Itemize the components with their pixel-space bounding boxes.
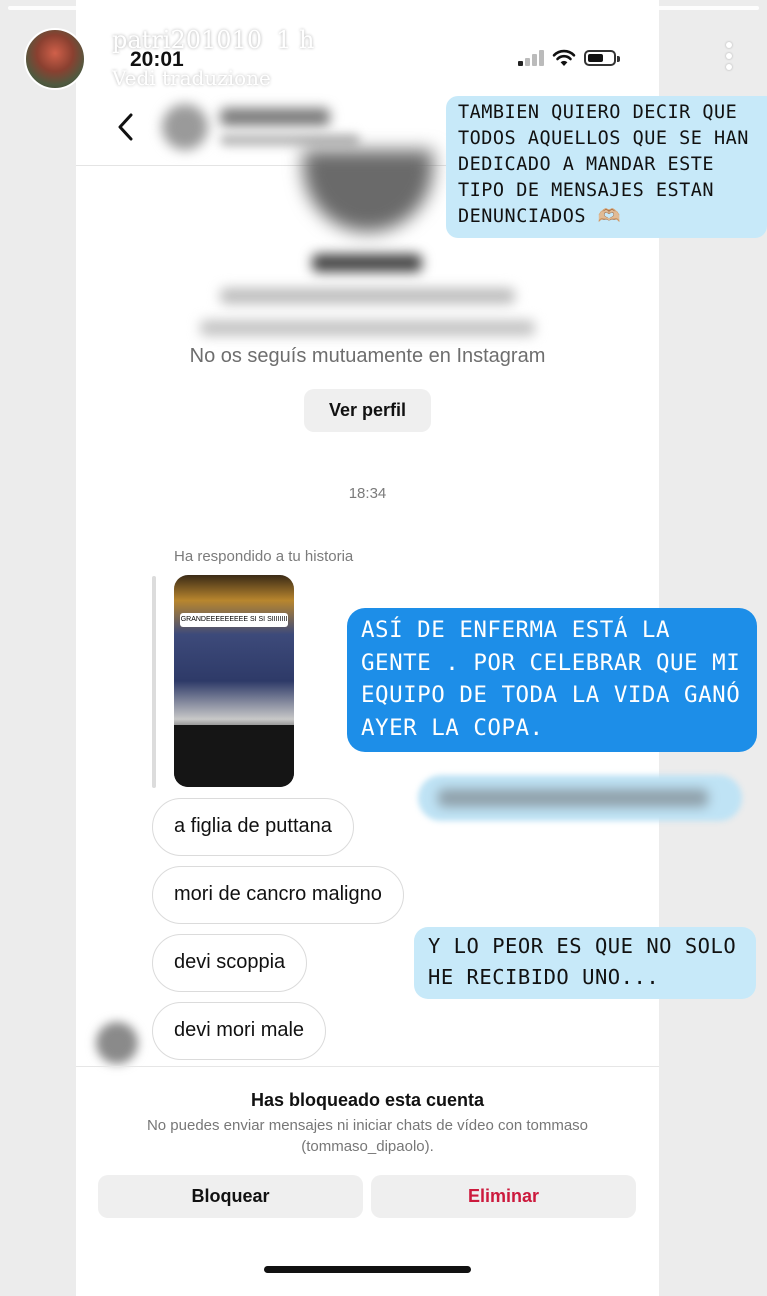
progress-segment	[386, 6, 507, 10]
contact-handle-blurred	[220, 134, 360, 146]
more-options-icon[interactable]	[726, 42, 734, 78]
footer-divider	[76, 1066, 659, 1067]
back-arrow-icon[interactable]	[114, 112, 138, 142]
story-author-avatar[interactable]	[24, 28, 86, 90]
overlay-line: HE RECIBIDO UNO...	[428, 965, 660, 989]
message-bubble[interactable]: mori de cancro maligno	[152, 866, 404, 924]
story-text-middle: ASÍ DE ENFERMA ESTÁ LA GENTE . POR CELEB…	[347, 608, 757, 752]
delete-button[interactable]: Eliminar	[371, 1175, 636, 1218]
overlay-line: GENTE . POR CELEBRAR QUE MI	[361, 649, 741, 676]
view-profile-button[interactable]: Ver perfil	[304, 389, 431, 432]
message-bubble[interactable]: a figlia de puttana	[152, 798, 354, 856]
overlay-line: ASÍ DE ENFERMA ESTÁ LA	[361, 617, 671, 643]
progress-segment	[260, 6, 381, 10]
cellular-signal-icon	[518, 50, 544, 66]
message-bubble[interactable]: devi scoppia	[152, 934, 308, 992]
overlay-line: DENUNCIADOS 🫶🏼	[458, 206, 622, 227]
overlay-line: AYER LA COPA.	[361, 714, 544, 741]
home-indicator[interactable]	[264, 1266, 471, 1273]
message-timestamp: 18:34	[348, 485, 387, 502]
story-caption: GRANDEEEEEEEEE SI SI SIIIIIIII	[180, 613, 288, 627]
story-reply-label: Ha respondido a tu historia	[174, 548, 354, 565]
block-button[interactable]: Bloquear	[98, 1175, 363, 1218]
profile-stats-blurred	[200, 320, 535, 336]
story-time-ago: 1 h	[276, 26, 315, 54]
overlay-line: TAMBIEN QUIERO DECIR QUE	[458, 102, 738, 123]
story-text-bottom: Y LO PEOR ES QUE NO SOLO HE RECIBIDO UNO…	[414, 927, 756, 999]
battery-icon	[584, 50, 620, 66]
story-progress-bar	[8, 6, 760, 10]
overlay-line: TIPO DE MENSAJES ESTAN	[458, 180, 715, 201]
profile-name-blurred	[312, 254, 422, 272]
thumbnail-tv-frame	[174, 725, 294, 787]
story-text-top: TAMBIEN QUIERO DECIR QUE TODOS AQUELLOS …	[446, 96, 767, 238]
overlay-line: DEDICADO A MANDAR ESTE	[458, 154, 715, 175]
mutual-follow-status: No os seguís mutuamente en Instagram	[189, 345, 546, 367]
mention-tag-blurred	[418, 775, 742, 821]
progress-segment	[638, 6, 760, 10]
blocked-account-description: No puedes enviar mensajes ni iniciar cha…	[146, 1117, 589, 1155]
progress-segment	[134, 6, 255, 10]
progress-segment	[512, 6, 633, 10]
sender-avatar-blurred	[96, 1022, 138, 1064]
wifi-icon	[552, 49, 576, 66]
overlay-line: EQUIPO DE TODA LA VIDA GANÓ	[361, 682, 741, 708]
overlay-line: Y LO PEOR ES QUE NO SOLO	[428, 934, 737, 958]
progress-segment	[8, 6, 129, 10]
status-bar-clock: 20:01	[130, 48, 184, 71]
blocked-account-title: Has bloqueado esta cuenta	[250, 1090, 485, 1110]
overlay-line: TODOS AQUELLOS QUE SE HAN	[458, 128, 749, 149]
profile-handle-blurred	[220, 288, 515, 304]
reply-indicator-bar	[152, 576, 156, 788]
contact-name-blurred[interactable]	[220, 108, 330, 126]
message-bubble[interactable]: devi mori male	[152, 1002, 327, 1060]
contact-avatar-blurred[interactable]	[162, 104, 208, 150]
story-reply-thumbnail[interactable]: GRANDEEEEEEEEE SI SI SIIIIIIII	[174, 575, 294, 787]
